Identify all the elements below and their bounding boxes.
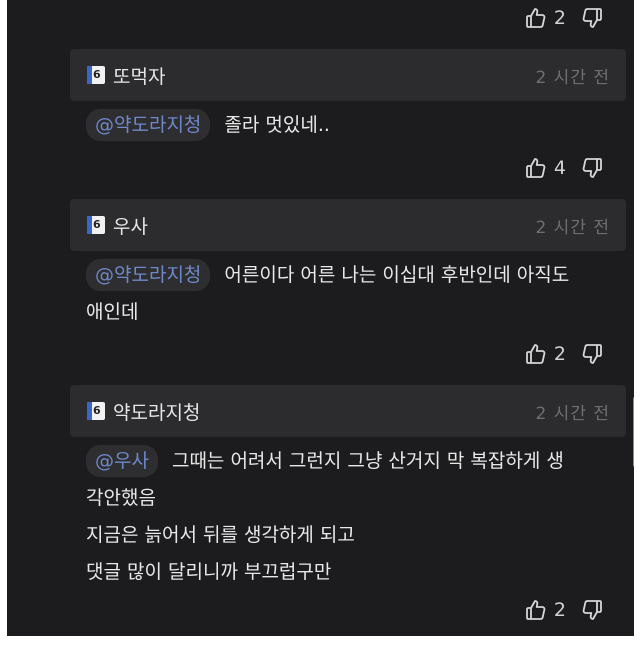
comment-time: 2 시간 전 [535, 68, 610, 88]
mention-link[interactable]: @약도라지청 [86, 109, 211, 141]
like-button[interactable]: 4 [524, 156, 566, 180]
like-button[interactable]: 2 [524, 342, 566, 366]
comment-author[interactable]: 또먹자 [113, 62, 165, 89]
scrollbar[interactable] [633, 397, 634, 467]
comment-header: 6 약도라지청 2 시간 전 [70, 385, 626, 437]
comment-header: 6 또먹자 2 시간 전 [70, 49, 626, 101]
mention-link[interactable]: @약도라지청 [86, 259, 211, 291]
comment-text: 그때는 어려서 그런지 그냥 산거지 막 복잡하게 생 각안했음 지금은 늙어서… [86, 450, 564, 583]
like-count: 2 [553, 343, 566, 365]
thumbs-down-icon [582, 344, 602, 364]
user-badge-icon: 6 [87, 66, 105, 84]
vote-row: 2 [524, 3, 604, 33]
like-button[interactable]: 2 [524, 6, 566, 30]
dislike-button[interactable] [580, 156, 604, 180]
dislike-button[interactable] [580, 598, 604, 622]
thumbs-down-icon [582, 158, 602, 178]
comment-panel: 2 6 또먹자 2 시간 전 @약도라지청 졸라 멋있네.. 4 6 우사 2 시… [7, 0, 634, 636]
comment-body: @우사 그때는 어려서 그런지 그냥 산거지 막 복잡하게 생 각안했음 지금은 … [86, 443, 631, 591]
comment-time: 2 시간 전 [535, 404, 610, 424]
thumbs-up-icon [526, 8, 546, 28]
thumbs-up-icon [526, 158, 546, 178]
thumbs-up-icon [526, 344, 546, 364]
thumbs-up-icon [526, 600, 546, 620]
mention-link[interactable]: @우사 [86, 445, 158, 477]
comment-text: 졸라 멋있네.. [224, 114, 330, 136]
vote-row: 4 [524, 153, 604, 183]
vote-row: 2 [524, 339, 604, 369]
user-badge-icon: 6 [87, 216, 105, 234]
dislike-button[interactable] [580, 6, 604, 30]
like-button[interactable]: 2 [524, 598, 566, 622]
comment-author[interactable]: 약도라지청 [113, 398, 200, 425]
comment-body: @약도라지청 어른이다 어른 나는 이십대 후반인데 아직도 애인데 [86, 257, 631, 331]
dislike-button[interactable] [580, 342, 604, 366]
like-count: 2 [553, 7, 566, 29]
comment-body: @약도라지청 졸라 멋있네.. [86, 107, 631, 144]
comment-author[interactable]: 우사 [113, 212, 148, 239]
vote-row: 2 [524, 595, 604, 625]
like-count: 4 [553, 157, 566, 179]
thumbs-down-icon [582, 8, 602, 28]
comment-header: 6 우사 2 시간 전 [70, 199, 626, 251]
user-badge-icon: 6 [87, 402, 105, 420]
like-count: 2 [553, 599, 566, 621]
comment-time: 2 시간 전 [535, 218, 610, 238]
thumbs-down-icon [582, 600, 602, 620]
